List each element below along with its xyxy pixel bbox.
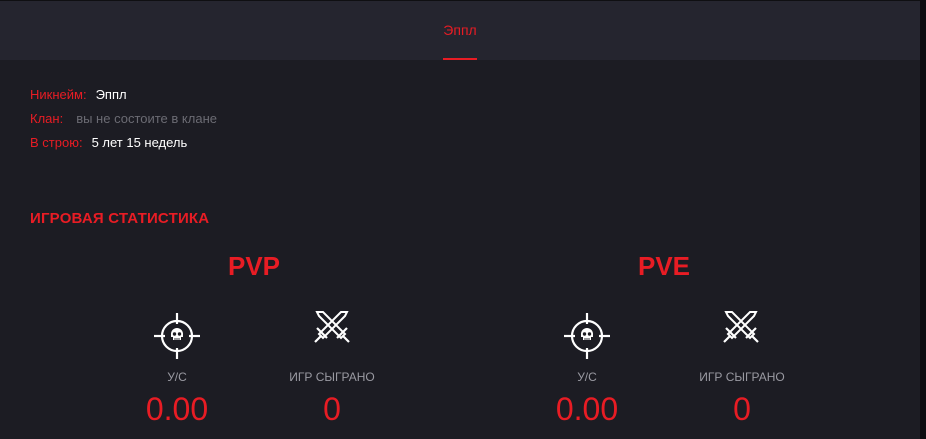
pvp-kd-value: 0.00 bbox=[145, 391, 209, 427]
pve-games-value: 0 bbox=[733, 391, 751, 427]
service-time-value: 5 лет 15 недель bbox=[91, 135, 188, 150]
pvp-games-value: 0 bbox=[323, 391, 341, 427]
tab-profile[interactable]: Эппл bbox=[443, 21, 477, 39]
crosshair-skull-icon bbox=[562, 311, 612, 361]
pve-kd-label: У/С bbox=[577, 370, 597, 384]
crossed-swords-icon bbox=[716, 304, 766, 354]
pve-kd-value: 0.00 bbox=[555, 391, 619, 427]
clan-row: Клан: вы не состоите в клане bbox=[30, 111, 217, 127]
nickname-row: Никнейм: Эппл bbox=[30, 87, 127, 103]
crossed-swords-icon bbox=[307, 304, 357, 354]
pve-title: PVE bbox=[637, 251, 691, 281]
crosshair-skull-icon bbox=[152, 311, 202, 361]
service-time-row: В строю: 5 лет 15 недель bbox=[30, 135, 187, 151]
pve-games-label: ИГР СЫГРАНО bbox=[699, 370, 785, 384]
pvp-kd-label: У/С bbox=[167, 370, 187, 384]
game-stats-heading: ИГРОВАЯ СТАТИСТИКА bbox=[30, 210, 210, 227]
pvp-title: PVP bbox=[227, 251, 281, 281]
profile-page: Эппл Никнейм: Эппл Клан: вы не состоите в … bbox=[0, 0, 926, 439]
top-navigation-bar: Эппл bbox=[0, 0, 920, 60]
clan-value: вы не состоите в клане bbox=[76, 111, 217, 126]
nickname-value: Эппл bbox=[95, 87, 127, 102]
nickname-label: Никнейм: bbox=[30, 87, 87, 102]
pvp-games-label: ИГР СЫГРАНО bbox=[289, 370, 375, 384]
clan-label: Клан: bbox=[30, 111, 64, 126]
service-time-label: В строю: bbox=[30, 135, 83, 150]
active-tab-indicator bbox=[443, 58, 477, 60]
